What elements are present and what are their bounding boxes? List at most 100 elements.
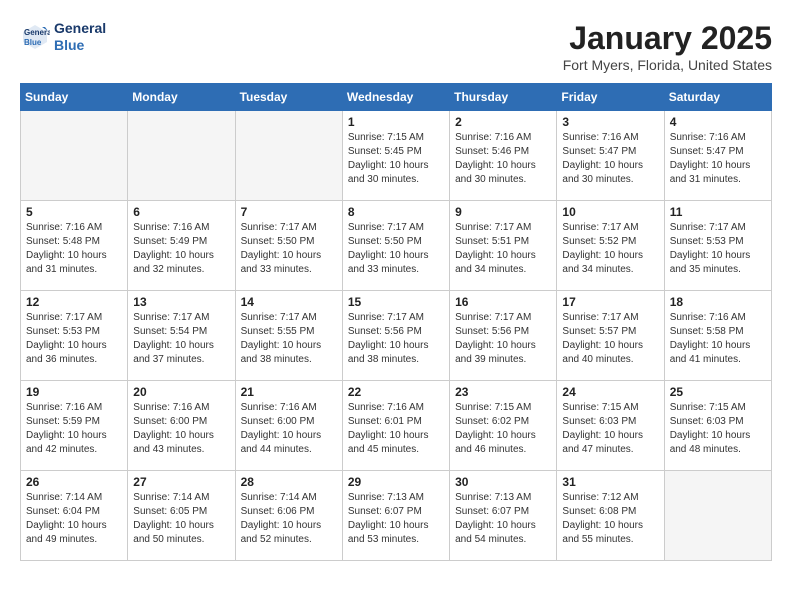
calendar-day-cell [21,111,128,201]
calendar-day-cell: 8 Sunrise: 7:17 AM Sunset: 5:50 PM Daylig… [342,201,449,291]
day-info: Sunrise: 7:14 AM Sunset: 6:04 PM Dayligh… [26,491,122,547]
calendar-day-cell: 5 Sunrise: 7:16 AM Sunset: 5:48 PM Daylig… [21,201,128,291]
day-number: 6 [133,205,229,219]
calendar-day-cell: 3 Sunrise: 7:16 AM Sunset: 5:47 PM Daylig… [557,111,664,201]
day-number: 27 [133,475,229,489]
page-header: General Blue General Blue January 2025 F… [20,20,772,73]
day-info: Sunrise: 7:17 AM Sunset: 5:55 PM Dayligh… [241,311,337,367]
day-number: 7 [241,205,337,219]
day-number: 28 [241,475,337,489]
day-info: Sunrise: 7:12 AM Sunset: 6:08 PM Dayligh… [562,491,658,547]
calendar-week-row: 1Sunrise: 7:15 AM Sunset: 5:45 PM Daylig… [21,111,772,201]
calendar-day-cell: 19 Sunrise: 7:16 AM Sunset: 5:59 PM Dayli… [21,381,128,471]
calendar-table: SundayMondayTuesdayWednesdayThursdayFrid… [20,83,772,561]
day-info: Sunrise: 7:17 AM Sunset: 5:52 PM Dayligh… [562,221,658,277]
calendar-day-cell: 13 Sunrise: 7:17 AM Sunset: 5:54 PM Dayli… [128,291,235,381]
day-number: 19 [26,385,122,399]
day-info: Sunrise: 7:16 AM Sunset: 6:01 PM Dayligh… [348,401,444,457]
calendar-day-cell [128,111,235,201]
day-info: Sunrise: 7:17 AM Sunset: 5:57 PM Dayligh… [562,311,658,367]
day-number: 13 [133,295,229,309]
weekday-header-tuesday: Tuesday [235,84,342,111]
calendar-day-cell: 14 Sunrise: 7:17 AM Sunset: 5:55 PM Dayli… [235,291,342,381]
day-number: 5 [26,205,122,219]
weekday-header-friday: Friday [557,84,664,111]
day-number: 12 [26,295,122,309]
weekday-header-wednesday: Wednesday [342,84,449,111]
day-number: 30 [455,475,551,489]
day-info: Sunrise: 7:15 AM Sunset: 6:03 PM Dayligh… [562,401,658,457]
day-number: 24 [562,385,658,399]
calendar-week-row: 5 Sunrise: 7:16 AM Sunset: 5:48 PM Daylig… [21,201,772,291]
day-number: 16 [455,295,551,309]
logo: General Blue General Blue [20,20,106,54]
day-info: Sunrise: 7:17 AM Sunset: 5:56 PM Dayligh… [348,311,444,367]
day-number: 8 [348,205,444,219]
calendar-day-cell: 9 Sunrise: 7:17 AM Sunset: 5:51 PM Daylig… [450,201,557,291]
weekday-header-sunday: Sunday [21,84,128,111]
day-info: Sunrise: 7:15 AM Sunset: 5:45 PM Dayligh… [348,131,444,187]
day-number: 17 [562,295,658,309]
title-area: January 2025 Fort Myers, Florida, United… [563,20,772,73]
logo-general: General [54,20,106,37]
weekday-header-thursday: Thursday [450,84,557,111]
logo-icon: General Blue [20,22,50,52]
day-info: Sunrise: 7:17 AM Sunset: 5:50 PM Dayligh… [241,221,337,277]
day-number: 22 [348,385,444,399]
day-info: Sunrise: 7:16 AM Sunset: 5:47 PM Dayligh… [670,131,766,187]
calendar-day-cell: 26Sunrise: 7:14 AM Sunset: 6:04 PM Dayli… [21,471,128,561]
day-info: Sunrise: 7:13 AM Sunset: 6:07 PM Dayligh… [348,491,444,547]
calendar-day-cell: 30 Sunrise: 7:13 AM Sunset: 6:07 PM Dayli… [450,471,557,561]
day-info: Sunrise: 7:17 AM Sunset: 5:53 PM Dayligh… [26,311,122,367]
day-number: 9 [455,205,551,219]
calendar-subtitle: Fort Myers, Florida, United States [563,57,772,73]
day-info: Sunrise: 7:17 AM Sunset: 5:50 PM Dayligh… [348,221,444,277]
day-number: 23 [455,385,551,399]
day-info: Sunrise: 7:16 AM Sunset: 5:49 PM Dayligh… [133,221,229,277]
calendar-day-cell: 31 Sunrise: 7:12 AM Sunset: 6:08 PM Dayli… [557,471,664,561]
day-info: Sunrise: 7:14 AM Sunset: 6:05 PM Dayligh… [133,491,229,547]
calendar-day-cell: 16 Sunrise: 7:17 AM Sunset: 5:56 PM Dayli… [450,291,557,381]
day-number: 18 [670,295,766,309]
logo-text: General Blue [54,20,106,54]
weekday-header-monday: Monday [128,84,235,111]
logo-blue: Blue [54,37,106,54]
calendar-week-row: 12 Sunrise: 7:17 AM Sunset: 5:53 PM Dayli… [21,291,772,381]
svg-text:Blue: Blue [24,38,42,47]
calendar-day-cell: 10Sunrise: 7:17 AM Sunset: 5:52 PM Dayli… [557,201,664,291]
day-number: 31 [562,475,658,489]
calendar-day-cell: 15Sunrise: 7:17 AM Sunset: 5:56 PM Dayli… [342,291,449,381]
day-info: Sunrise: 7:16 AM Sunset: 5:58 PM Dayligh… [670,311,766,367]
calendar-day-cell [664,471,771,561]
day-number: 3 [562,115,658,129]
calendar-day-cell: 17 Sunrise: 7:17 AM Sunset: 5:57 PM Dayli… [557,291,664,381]
day-info: Sunrise: 7:16 AM Sunset: 5:47 PM Dayligh… [562,131,658,187]
day-info: Sunrise: 7:16 AM Sunset: 5:46 PM Dayligh… [455,131,551,187]
day-number: 14 [241,295,337,309]
weekday-header-row: SundayMondayTuesdayWednesdayThursdayFrid… [21,84,772,111]
day-info: Sunrise: 7:17 AM Sunset: 5:51 PM Dayligh… [455,221,551,277]
day-number: 2 [455,115,551,129]
day-info: Sunrise: 7:15 AM Sunset: 6:02 PM Dayligh… [455,401,551,457]
calendar-day-cell: 7 Sunrise: 7:17 AM Sunset: 5:50 PM Daylig… [235,201,342,291]
calendar-day-cell: 27 Sunrise: 7:14 AM Sunset: 6:05 PM Dayli… [128,471,235,561]
calendar-week-row: 26Sunrise: 7:14 AM Sunset: 6:04 PM Dayli… [21,471,772,561]
calendar-day-cell: 6 Sunrise: 7:16 AM Sunset: 5:49 PM Daylig… [128,201,235,291]
calendar-day-cell: 18 Sunrise: 7:16 AM Sunset: 5:58 PM Dayli… [664,291,771,381]
calendar-day-cell: 2 Sunrise: 7:16 AM Sunset: 5:46 PM Daylig… [450,111,557,201]
day-info: Sunrise: 7:15 AM Sunset: 6:03 PM Dayligh… [670,401,766,457]
calendar-day-cell: 24 Sunrise: 7:15 AM Sunset: 6:03 PM Dayli… [557,381,664,471]
day-info: Sunrise: 7:16 AM Sunset: 6:00 PM Dayligh… [133,401,229,457]
day-info: Sunrise: 7:16 AM Sunset: 5:59 PM Dayligh… [26,401,122,457]
day-number: 20 [133,385,229,399]
day-info: Sunrise: 7:13 AM Sunset: 6:07 PM Dayligh… [455,491,551,547]
day-number: 4 [670,115,766,129]
calendar-week-row: 19 Sunrise: 7:16 AM Sunset: 5:59 PM Dayli… [21,381,772,471]
day-info: Sunrise: 7:17 AM Sunset: 5:54 PM Dayligh… [133,311,229,367]
day-info: Sunrise: 7:17 AM Sunset: 5:56 PM Dayligh… [455,311,551,367]
day-number: 29 [348,475,444,489]
day-info: Sunrise: 7:16 AM Sunset: 5:48 PM Dayligh… [26,221,122,277]
calendar-day-cell: 12 Sunrise: 7:17 AM Sunset: 5:53 PM Dayli… [21,291,128,381]
calendar-day-cell: 1Sunrise: 7:15 AM Sunset: 5:45 PM Daylig… [342,111,449,201]
day-info: Sunrise: 7:14 AM Sunset: 6:06 PM Dayligh… [241,491,337,547]
